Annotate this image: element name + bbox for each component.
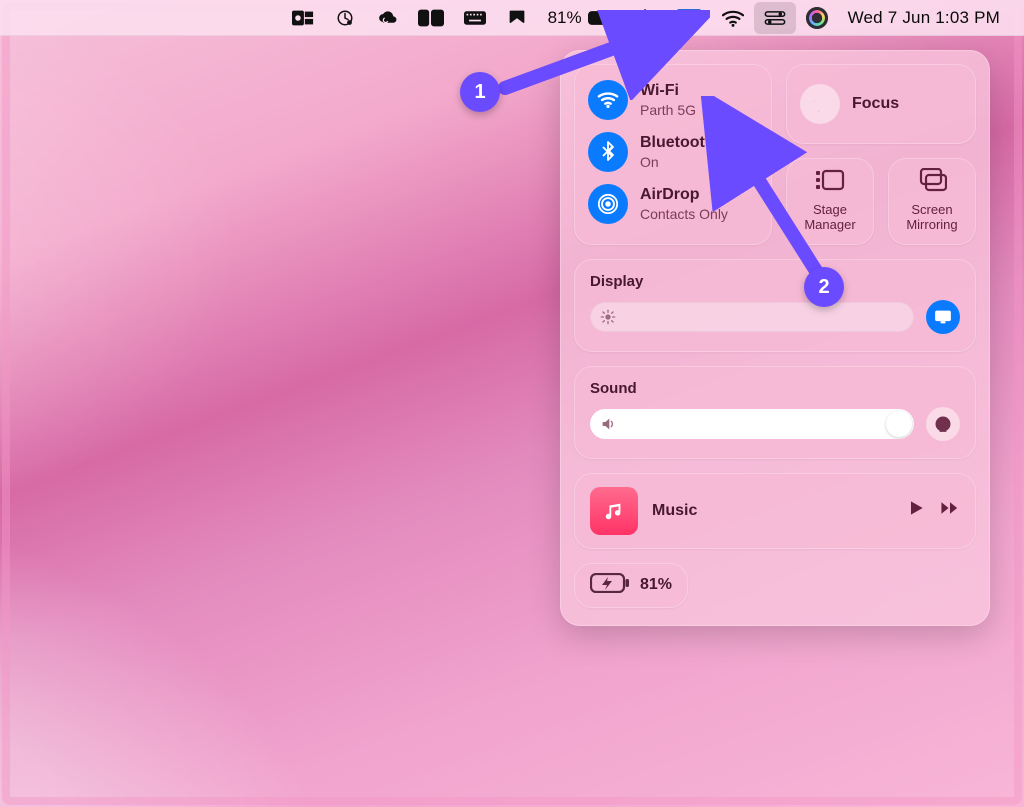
display-settings-button[interactable]: [926, 300, 960, 334]
music-app-icon: [590, 487, 638, 535]
wifi-subtitle: Parth 5G: [640, 102, 696, 118]
desktop: 81% Wed 7 Jun 1:03 PM: [0, 0, 1024, 807]
screen-mirroring-icon: [917, 168, 947, 197]
menubar-outlook-icon[interactable]: [282, 2, 324, 34]
music-title: Music: [652, 502, 892, 520]
airplay-audio-button[interactable]: [926, 407, 960, 441]
screen-mirroring-label: Screen Mirroring: [894, 203, 970, 233]
battery-tile[interactable]: 81%: [574, 563, 688, 608]
sound-label: Sound: [590, 380, 960, 397]
menubar-datetime[interactable]: Wed 7 Jun 1:03 PM: [838, 2, 1010, 34]
menubar-wifi-icon[interactable]: [712, 2, 754, 34]
menubar-siri-icon[interactable]: [796, 2, 838, 34]
play-button[interactable]: [906, 498, 926, 523]
focus-title: Focus: [852, 95, 899, 113]
now-playing-tile[interactable]: Music: [574, 473, 976, 549]
annotation-step-1: 1: [460, 72, 500, 112]
next-track-button[interactable]: [940, 498, 960, 523]
brightness-slider[interactable]: [590, 302, 914, 332]
menubar-cloud-sync-icon[interactable]: [366, 2, 408, 34]
annotation-step-2: 2: [804, 267, 844, 307]
sound-tile: Sound: [574, 366, 976, 459]
menubar-control-center-toggle[interactable]: [754, 2, 796, 34]
battery-percent-text: 81%: [640, 576, 672, 594]
screen-mirroring-toggle[interactable]: Screen Mirroring: [888, 158, 976, 245]
menubar-sidecar-icon[interactable]: [408, 2, 454, 34]
volume-slider[interactable]: [590, 409, 914, 439]
battery-charging-icon: [590, 573, 630, 598]
bluetooth-icon: [588, 132, 628, 172]
menubar-app-icon-1[interactable]: [324, 2, 366, 34]
airdrop-icon: [588, 184, 628, 224]
